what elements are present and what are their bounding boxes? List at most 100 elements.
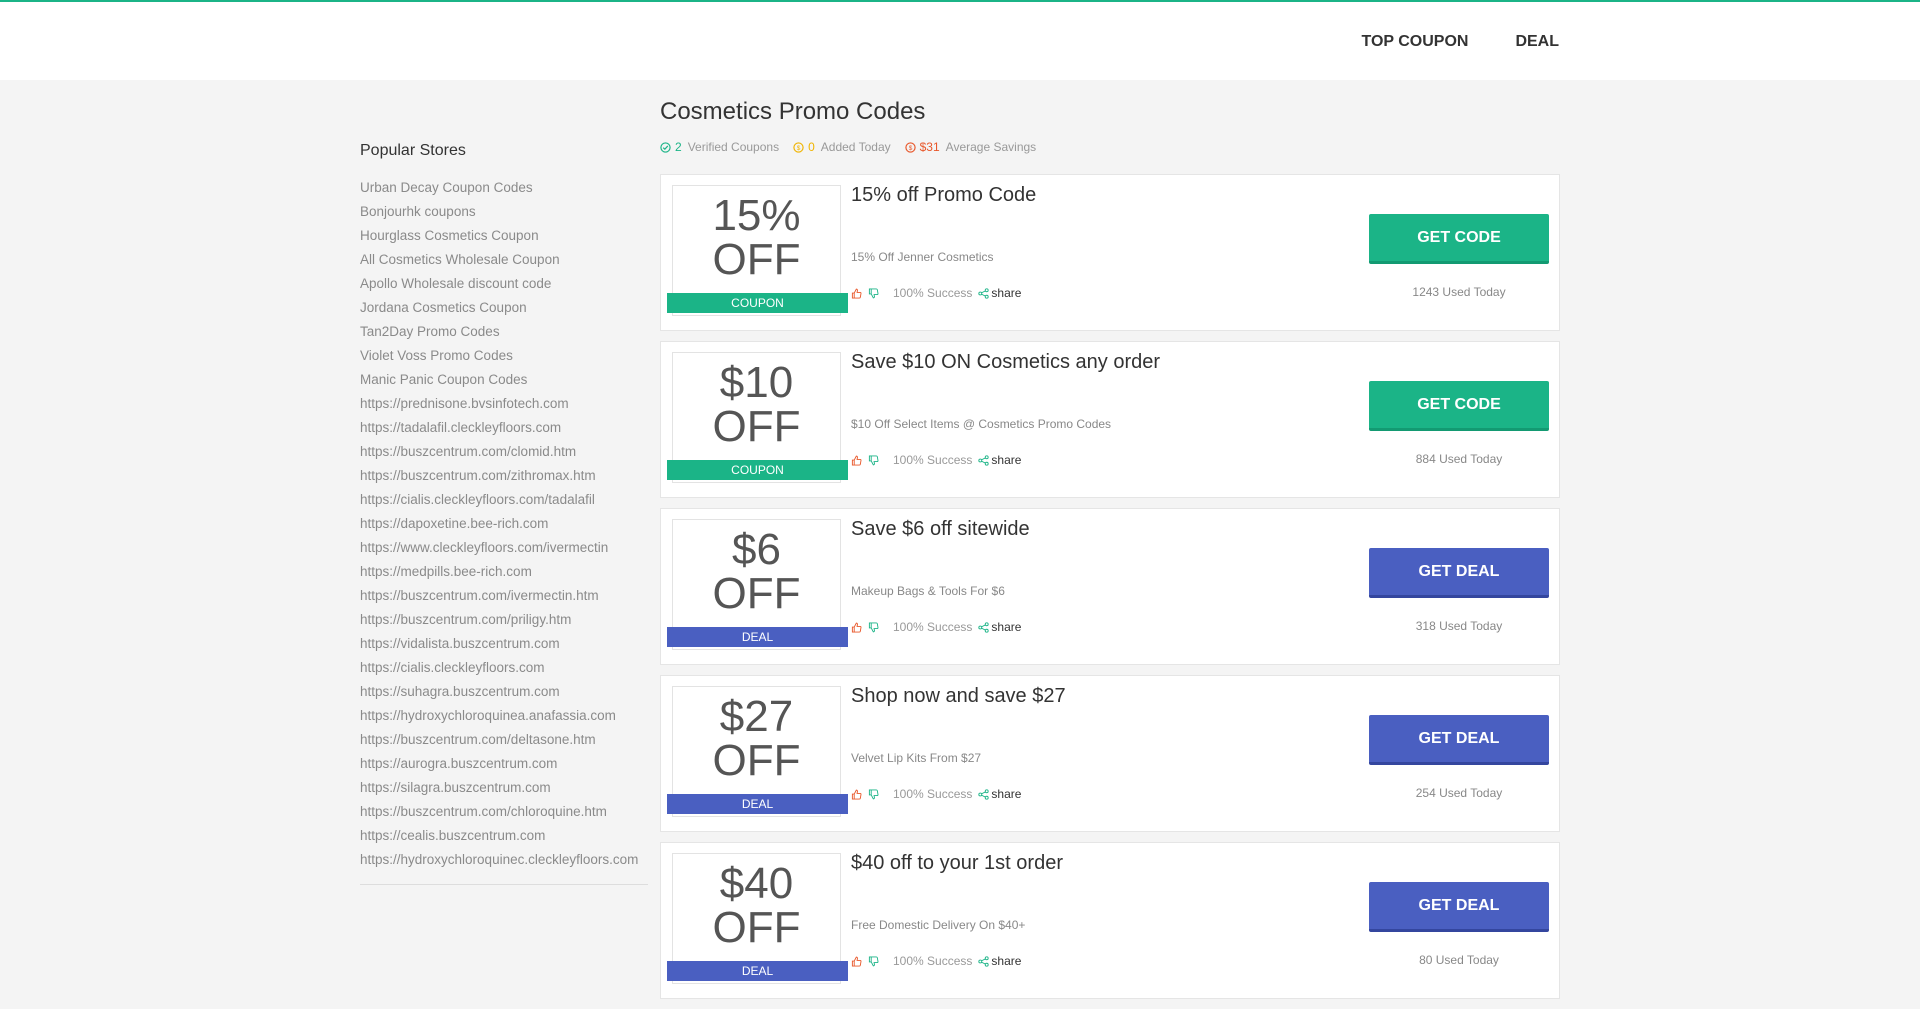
discount-value: $40 OFF (673, 862, 840, 950)
store-link[interactable]: https://buszcentrum.com/chloroquine.htm (360, 804, 607, 819)
svg-text:$: $ (797, 144, 801, 151)
store-link[interactable]: https://cialis.cleckleyfloors.com/tadala… (360, 492, 595, 507)
store-link[interactable]: https://dapoxetine.bee-rich.com (360, 516, 548, 531)
store-link[interactable]: https://buszcentrum.com/ivermectin.htm (360, 588, 599, 603)
share-icon (978, 621, 990, 633)
coupon-title[interactable]: Save $6 off sitewide (851, 518, 1351, 541)
share-label: share (991, 286, 1022, 300)
coupon-title[interactable]: $40 off to your 1st order (851, 852, 1351, 875)
store-link[interactable]: https://buszcentrum.com/zithromax.htm (360, 468, 596, 483)
coupon-info: Shop now and save $27 Velvet Lip Kits Fro… (851, 685, 1351, 801)
thumbs-down-icon[interactable] (868, 621, 879, 633)
thumbs-up-icon[interactable] (851, 455, 862, 466)
share-label: share (991, 954, 1022, 968)
discount-amount: $40 (719, 859, 794, 908)
store-link[interactable]: Tan2Day Promo Codes (360, 324, 500, 339)
thumbs-down-icon[interactable] (868, 454, 879, 466)
coin-icon: $ (793, 141, 804, 153)
discount-value: $10 OFF (673, 361, 840, 449)
store-link[interactable]: Manic Panic Coupon Codes (360, 372, 527, 387)
share-link[interactable]: share (978, 787, 1021, 801)
store-link[interactable]: https://medpills.bee-rich.com (360, 564, 532, 579)
store-list-item: Bonjourhk coupons (360, 204, 648, 228)
store-list-item: https://cialis.cleckleyfloors.com (360, 660, 648, 684)
store-link[interactable]: https://cialis.cleckleyfloors.com (360, 660, 545, 675)
share-link[interactable]: share (978, 620, 1021, 634)
store-link[interactable]: https://tadalafil.cleckleyfloors.com (360, 420, 561, 435)
coupon-title[interactable]: Shop now and save $27 (851, 685, 1351, 708)
share-icon (978, 454, 990, 466)
store-link[interactable]: https://prednisone.bvsinfotech.com (360, 396, 569, 411)
coupon-card: $10 OFF COUPON Save $10 ON Cosmetics any or… (660, 341, 1560, 498)
get-code-button[interactable]: GET CODE (1369, 381, 1549, 431)
store-list-item: https://suhagra.buszcentrum.com (360, 684, 648, 708)
success-rate: 100% Success (893, 954, 973, 968)
coupon-title[interactable]: Save $10 ON Cosmetics any order (851, 351, 1351, 374)
coupon-description: 15% Off Jenner Cosmetics (851, 250, 994, 264)
discount-amount: $10 (719, 358, 794, 407)
type-ribbon: COUPON (667, 293, 848, 313)
nav-deal[interactable]: DEAL (1515, 33, 1559, 51)
store-link[interactable]: Bonjourhk coupons (360, 204, 476, 219)
store-link[interactable]: https://hydroxychloroquinea.anafassia.co… (360, 708, 616, 723)
used-today: 884 Used Today (1415, 452, 1503, 466)
sidebar: Popular Stores Urban Decay Coupon Codes B… (360, 142, 648, 885)
thumbs-up-icon[interactable] (851, 622, 862, 633)
store-link[interactable]: Violet Voss Promo Codes (360, 348, 513, 363)
type-ribbon: DEAL (667, 627, 848, 647)
store-link[interactable]: https://buszcentrum.com/priligy.htm (360, 612, 571, 627)
get-code-button[interactable]: GET CODE (1369, 214, 1549, 264)
get-deal-button[interactable]: GET DEAL (1369, 715, 1549, 765)
store-list-item: https://cialis.cleckleyfloors.com/tadala… (360, 492, 648, 516)
savings-label: Average Savings (945, 140, 1037, 154)
coupon-description: Makeup Bags & Tools For $6 (851, 584, 1005, 598)
stat-verified: 2 Verified Coupons (660, 140, 779, 154)
thumbs-down-icon[interactable] (868, 287, 879, 299)
store-list-item: https://www.cleckleyfloors.com/ivermecti… (360, 540, 648, 564)
share-link[interactable]: share (978, 453, 1021, 467)
store-link[interactable]: https://buszcentrum.com/clomid.htm (360, 444, 576, 459)
share-link[interactable]: share (978, 286, 1021, 300)
used-today: 80 Used Today (1419, 953, 1499, 967)
store-link[interactable]: https://www.cleckleyfloors.com/ivermecti… (360, 540, 608, 555)
get-deal-button[interactable]: GET DEAL (1369, 548, 1549, 598)
store-link[interactable]: https://cealis.buszcentrum.com (360, 828, 545, 843)
store-link[interactable]: Urban Decay Coupon Codes (360, 180, 533, 195)
discount-amount: 15% (712, 191, 801, 240)
get-deal-button[interactable]: GET DEAL (1369, 882, 1549, 932)
store-link[interactable]: All Cosmetics Wholesale Coupon (360, 252, 560, 267)
store-list-item: Hourglass Cosmetics Coupon (360, 228, 648, 252)
store-list-item: https://medpills.bee-rich.com (360, 564, 648, 588)
store-list-item: All Cosmetics Wholesale Coupon (360, 252, 648, 276)
stats-bar: 2 Verified Coupons $ 0 Added Today $ $31… (660, 140, 1560, 154)
store-link[interactable]: Hourglass Cosmetics Coupon (360, 228, 539, 243)
nav-top-coupon[interactable]: TOP COUPON (1361, 33, 1468, 51)
store-link[interactable]: https://hydroxychloroquinec.cleckleyfloo… (360, 852, 638, 867)
verified-count: 2 (675, 140, 682, 154)
coupon-title[interactable]: 15% off Promo Code (851, 184, 1351, 207)
site-header: TOP COUPON DEAL (0, 0, 1920, 80)
share-icon (978, 287, 990, 299)
thumbs-down-icon[interactable] (868, 788, 879, 800)
share-link[interactable]: share (978, 954, 1021, 968)
thumbs-up-icon[interactable] (851, 789, 862, 800)
store-link[interactable]: https://buszcentrum.com/deltasone.htm (360, 732, 596, 747)
store-link[interactable]: Apollo Wholesale discount code (360, 276, 551, 291)
discount-off: OFF (712, 235, 801, 284)
discount-amount: $6 (732, 525, 781, 574)
store-link[interactable]: https://suhagra.buszcentrum.com (360, 684, 560, 699)
store-link[interactable]: https://aurogra.buszcentrum.com (360, 756, 557, 771)
thumbs-down-icon[interactable] (868, 955, 879, 967)
store-list-item: Tan2Day Promo Codes (360, 324, 648, 348)
store-link[interactable]: https://vidalista.buszcentrum.com (360, 636, 560, 651)
discount-off: OFF (712, 736, 801, 785)
store-list-item: Violet Voss Promo Codes (360, 348, 648, 372)
success-rate: 100% Success (893, 787, 973, 801)
store-link[interactable]: https://silagra.buszcentrum.com (360, 780, 551, 795)
store-list-item: Urban Decay Coupon Codes (360, 180, 648, 204)
share-label: share (991, 453, 1022, 467)
used-today: 318 Used Today (1415, 619, 1503, 633)
thumbs-up-icon[interactable] (851, 288, 862, 299)
store-link[interactable]: Jordana Cosmetics Coupon (360, 300, 527, 315)
thumbs-up-icon[interactable] (851, 956, 862, 967)
